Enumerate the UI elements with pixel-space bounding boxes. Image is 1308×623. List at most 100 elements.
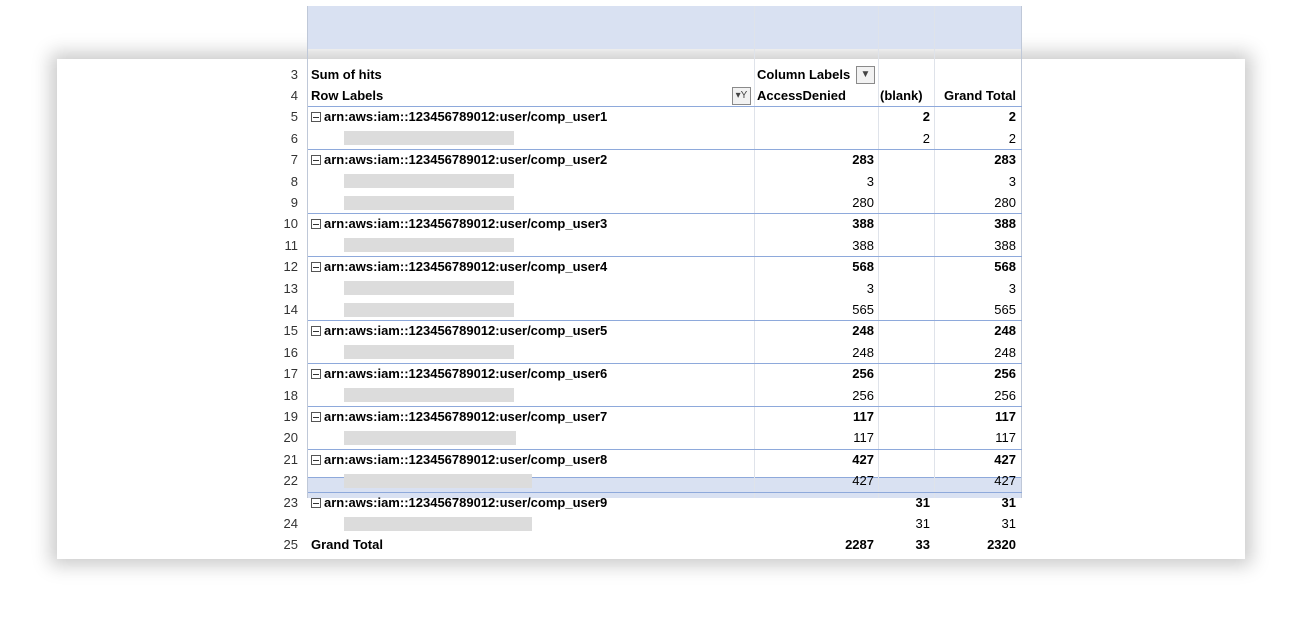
accessdenied-value: 117 [853,430,874,446]
row-number: 12 [283,259,298,275]
row-number: 7 [290,152,298,168]
grand-total-label: Grand Total [311,537,383,553]
grand-total-value: 31 [1001,494,1016,510]
group-label-cell[interactable]: arn:aws:iam::123456789012:user/comp_user… [308,256,754,277]
row-number: 5 [290,109,298,125]
group-label-cell[interactable]: arn:aws:iam::123456789012:user/comp_user… [308,449,754,470]
redacted-block [344,388,514,403]
row-number: 21 [283,451,298,467]
col-header-accessdenied: AccessDenied [757,88,846,103]
group-label-cell[interactable]: arn:aws:iam::123456789012:user/comp_user… [308,406,754,427]
row-number: 24 [283,516,298,531]
filter-funnel-icon[interactable]: ▾Y [732,87,751,105]
collapse-minus-icon[interactable] [311,497,321,508]
redacted-cell [308,513,754,534]
blank-value [878,320,934,341]
accessdenied-value: 256 [852,366,874,382]
grand-total-value: 427 [994,473,1016,489]
user-arn-label: arn:aws:iam::123456789012:user/comp_user… [324,323,608,339]
user-arn-label: arn:aws:iam::123456789012:user/comp_user… [324,152,608,168]
redacted-block [344,195,514,210]
collapse-minus-icon[interactable] [311,112,321,123]
row-number: 25 [283,537,298,553]
blank-value [878,385,934,406]
grand-total-value: 256 [994,366,1016,382]
blank-value [878,278,934,299]
redacted-block [344,302,514,317]
grand-total-value: 2 [1008,109,1016,125]
user-arn-label: arn:aws:iam::123456789012:user/comp_user… [324,451,608,467]
blank-value [878,406,934,427]
blank-value [878,299,934,320]
grand-total-value: 256 [994,387,1016,403]
row-number: 18 [283,387,298,403]
blank-value: 2 [922,109,930,125]
collapse-minus-icon[interactable] [311,262,321,273]
accessdenied-value [754,106,878,127]
dropdown-arrow-icon[interactable]: ▼ [856,65,875,84]
redacted-cell [308,235,754,256]
group-label-cell[interactable]: arn:aws:iam::123456789012:user/comp_user… [308,492,754,513]
blank-value [878,235,934,256]
blank-value: 2 [922,130,930,146]
accessdenied-value: 388 [852,237,874,253]
accessdenied-value: 283 [852,152,874,168]
grand-total-value: 427 [994,451,1016,467]
blank-value: 31 [915,516,930,531]
redacted-cell [308,470,754,491]
redacted-block [344,516,532,531]
row-number: 16 [283,344,298,360]
group-label-cell[interactable]: arn:aws:iam::123456789012:user/comp_user… [308,213,754,234]
user-arn-label: arn:aws:iam::123456789012:user/comp_user… [324,216,608,232]
redacted-block [344,238,514,253]
blank-value [878,192,934,213]
row-number: 15 [283,323,298,339]
grand-total-value: 3 [1008,173,1016,189]
group-label-cell[interactable]: arn:aws:iam::123456789012:user/comp_user… [308,106,754,127]
redacted-cell [308,278,754,299]
group-label-cell[interactable]: arn:aws:iam::123456789012:user/comp_user… [308,363,754,384]
grand-total-value: 117 [995,430,1016,446]
accessdenied-value: 565 [852,302,874,317]
table-right-border [1021,6,1022,498]
grand-total-value: 2320 [987,537,1016,553]
redacted-block [344,473,532,488]
redacted-cell [308,385,754,406]
collapse-minus-icon[interactable] [311,412,321,422]
row-number: 23 [283,494,298,510]
accessdenied-value: 3 [866,280,874,296]
group-label-cell[interactable]: arn:aws:iam::123456789012:user/comp_user… [308,320,754,341]
grand-total-value: 568 [994,259,1016,275]
grand-total-value: 388 [994,237,1016,253]
col-header-grand-total: Grand Total [944,88,1016,103]
collapse-minus-icon[interactable] [311,155,321,166]
row-number: 8 [290,173,298,189]
blank-value [878,171,934,192]
collapse-minus-icon[interactable] [311,454,321,465]
redacted-cell [308,427,754,448]
row-number: 9 [290,195,298,210]
user-arn-label: arn:aws:iam::123456789012:user/comp_user… [324,494,608,510]
accessdenied-value: 248 [852,344,874,360]
accessdenied-value: 388 [852,216,874,232]
redacted-block [344,345,514,360]
grand-total-value: 248 [994,323,1016,339]
row-number: 11 [284,237,299,253]
accessdenied-value: 256 [852,387,874,403]
group-label-cell[interactable]: arn:aws:iam::123456789012:user/comp_user… [308,149,754,170]
collapse-minus-icon[interactable] [311,326,321,337]
grand-total-value: 248 [994,344,1016,360]
col-header-blank: (blank) [880,88,923,103]
user-arn-label: arn:aws:iam::123456789012:user/comp_user… [324,366,608,382]
user-arn-label: arn:aws:iam::123456789012:user/comp_user… [324,409,608,424]
grand-total-value: 2 [1008,130,1016,146]
accessdenied-value [754,128,878,149]
row-number: 22 [283,473,298,489]
collapse-minus-icon[interactable] [311,219,321,230]
blank-value [878,149,934,170]
collapse-minus-icon[interactable] [311,369,321,380]
redacted-block [344,431,516,446]
row-labels-header: Row Labels [311,88,384,103]
accessdenied-value: 117 [853,409,874,424]
user-arn-label: arn:aws:iam::123456789012:user/comp_user… [324,109,608,125]
